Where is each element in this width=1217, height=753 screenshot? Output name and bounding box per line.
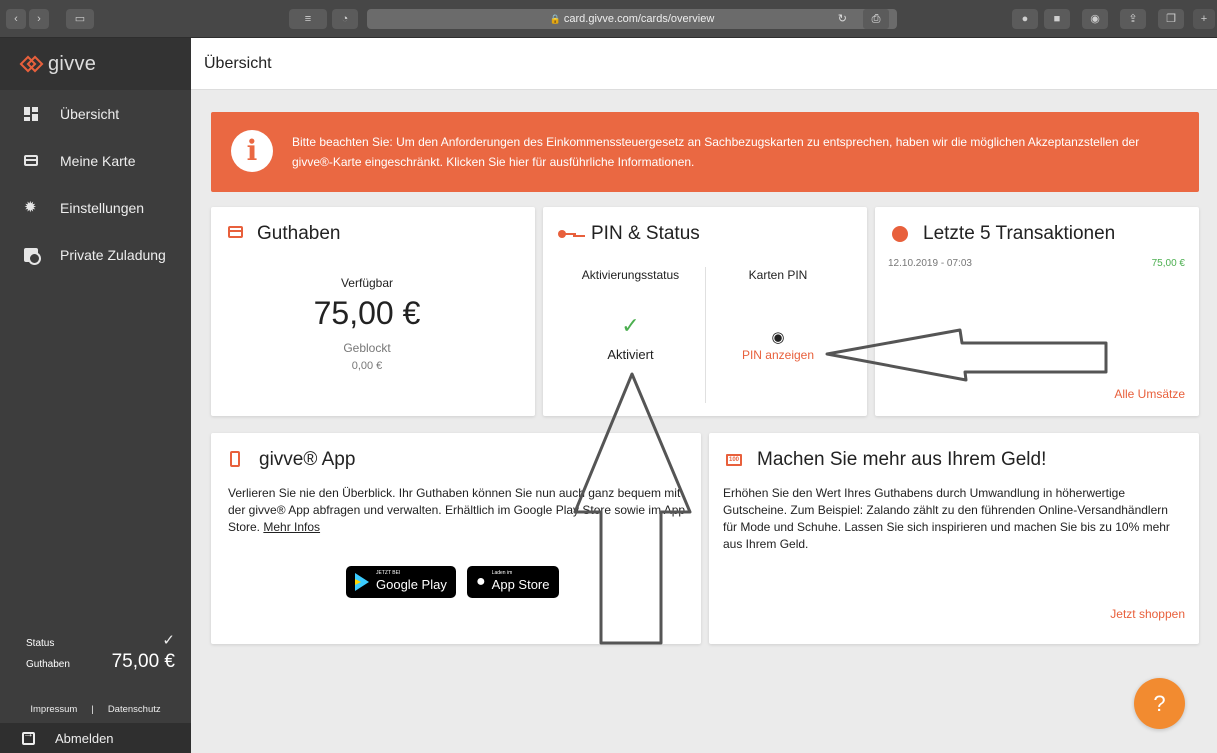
sidebar-item-label: Private Zuladung	[60, 246, 166, 263]
transactions-card-title: Letzte 5 Transaktionen	[923, 223, 1116, 244]
reload-icon[interactable]: ↻	[838, 9, 847, 29]
logout-icon	[22, 728, 35, 745]
browser-toolbar: ‹ › ▭ ≡ ◔ 🔒 card.givve.com/cards/overview…	[0, 0, 1217, 38]
transactions-card: $ Letzte 5 Transaktionen 12.10.2019 - 07…	[875, 207, 1199, 416]
google-play-label: Google Play	[376, 577, 447, 592]
more-info-link[interactable]: Mehr Infos	[263, 520, 320, 534]
apple-icon: ●	[476, 573, 486, 590]
activation-status-value: Aktiviert	[607, 347, 654, 362]
all-transactions-link[interactable]: Alle Umsätze	[1114, 387, 1185, 401]
gear-icon: ✹	[24, 198, 37, 216]
vouchers-card-title: Machen Sie mehr aus Ihrem Geld!	[757, 449, 1047, 470]
card-pin-label: Karten PIN	[748, 268, 808, 282]
url-text: card.givve.com/cards/overview	[563, 13, 715, 25]
card-icon	[24, 155, 38, 166]
logo-text: givve	[48, 52, 97, 75]
page-header: Übersicht	[191, 38, 1217, 90]
app-store-small: Laden im	[491, 570, 513, 576]
sidebar-toggle-button[interactable]: ▭	[66, 9, 94, 29]
footer-separator: |	[91, 704, 94, 715]
logout-button[interactable]: Abmelden	[0, 723, 191, 753]
dashboard-icon	[24, 106, 38, 121]
lock-icon: 🔒	[549, 14, 561, 24]
vouchers-card-text: Erhöhen Sie den Wert Ihres Guthabens dur…	[723, 486, 1170, 551]
blocked-label: Geblockt	[343, 341, 391, 355]
column-divider	[705, 267, 706, 403]
balance-card: Guthaben Verfügbar 75,00 € Geblockt 0,00…	[211, 207, 535, 416]
sidebar-item-uebersicht[interactable]: Übersicht	[0, 90, 191, 137]
transaction-row[interactable]: 12.10.2019 - 07:03 75,00 €	[888, 258, 1185, 269]
extension-icon-2[interactable]: ■	[1044, 9, 1070, 29]
address-bar[interactable]: 🔒 card.givve.com/cards/overview ↻ ⎙	[367, 9, 897, 29]
voucher-icon: 100	[726, 454, 742, 466]
app-card: givve® App Verlieren Sie nie den Überbli…	[211, 433, 701, 644]
pin-status-card-title: PIN & Status	[591, 223, 700, 244]
available-label: Verfügbar	[340, 276, 394, 290]
impressum-link[interactable]: Impressum	[30, 704, 77, 715]
givve-logo-icon	[19, 54, 44, 74]
history-icon[interactable]: ◔	[332, 9, 358, 29]
balance-value: 75,00 €	[111, 651, 175, 672]
app-store-label: App Store	[491, 577, 550, 592]
balance-label: Guthaben	[26, 659, 70, 670]
tabs-icon[interactable]: ❐	[1158, 9, 1184, 29]
blocked-value: 0,00 €	[351, 360, 383, 372]
sidebar-item-einstellungen[interactable]: ✹ Einstellungen	[0, 184, 191, 231]
app-store-badge[interactable]: ● Laden im App Store	[467, 566, 559, 598]
sidebar-item-label: Einstellungen	[60, 199, 145, 216]
info-banner-text: Bitte beachten Sie: Um den Anforderungen…	[292, 135, 1140, 169]
card-icon	[228, 226, 243, 238]
givve-logo[interactable]: givve	[0, 38, 191, 90]
extension-icon-1[interactable]: ●	[1012, 9, 1038, 29]
key-icon	[558, 230, 576, 238]
sidebar: givve Übersicht Meine Karte ✹ Einstellun…	[0, 38, 191, 753]
sidebar-item-private-zuladung[interactable]: Private Zuladung	[0, 231, 191, 278]
sidebar-status: Status ✓ Guthaben 75,00 €	[0, 631, 191, 673]
share-icon[interactable]: ⇪	[1120, 9, 1146, 29]
coin-icon: $	[892, 226, 908, 242]
info-icon: i	[231, 130, 273, 172]
google-play-icon	[355, 573, 369, 591]
sidebar-item-label: Übersicht	[60, 105, 120, 122]
google-play-badge[interactable]: JETZT BEI Google Play	[346, 566, 456, 598]
vouchers-card: 100 Machen Sie mehr aus Ihrem Geld! Erhö…	[709, 433, 1199, 644]
transaction-amount: 75,00 €	[1151, 258, 1185, 269]
logout-label: Abmelden	[55, 730, 114, 746]
datenschutz-link[interactable]: Datenschutz	[108, 704, 161, 715]
eye-icon[interactable]: ◉	[713, 328, 843, 346]
pin-status-card: PIN & Status Aktivierungsstatus Karten P…	[543, 207, 867, 416]
info-banner[interactable]: i Bitte beachten Sie: Um den Anforderung…	[211, 112, 1199, 192]
page-title: Übersicht	[204, 54, 272, 72]
balance-card-title: Guthaben	[257, 223, 341, 244]
extension-icon-3[interactable]: ◉	[1082, 9, 1108, 29]
activation-status-label: Aktivierungsstatus	[581, 268, 680, 282]
status-check-icon: ✓	[162, 632, 175, 649]
status-label: Status	[26, 638, 55, 649]
available-value: 75,00 €	[313, 295, 421, 331]
shop-now-link[interactable]: Jetzt shoppen	[1110, 607, 1185, 621]
sidebar-item-meine-karte[interactable]: Meine Karte	[0, 137, 191, 184]
help-button[interactable]: ?	[1134, 678, 1185, 729]
app-card-title: givve® App	[259, 449, 356, 470]
back-button[interactable]: ‹	[6, 9, 26, 29]
show-pin-link[interactable]: PIN anzeigen	[713, 348, 843, 362]
forward-button[interactable]: ›	[29, 9, 49, 29]
app-card-text: Verlieren Sie nie den Überblick. Ihr Gut…	[228, 485, 686, 536]
new-tab-button[interactable]: +	[1193, 9, 1215, 29]
activated-check-icon: ✓	[621, 313, 640, 338]
sidebar-nav: Übersicht Meine Karte ✹ Einstellungen Pr…	[0, 90, 191, 278]
print-icon[interactable]: ⎙	[863, 9, 889, 29]
transaction-date: 12.10.2019 - 07:03	[888, 258, 972, 269]
reader-button[interactable]: ≡	[289, 9, 327, 29]
google-play-small: JETZT BEI	[376, 570, 401, 576]
phone-icon	[230, 451, 240, 467]
sidebar-footer: Impressum | Datenschutz	[0, 704, 191, 715]
sidebar-item-label: Meine Karte	[60, 152, 136, 169]
topup-icon	[24, 247, 41, 265]
